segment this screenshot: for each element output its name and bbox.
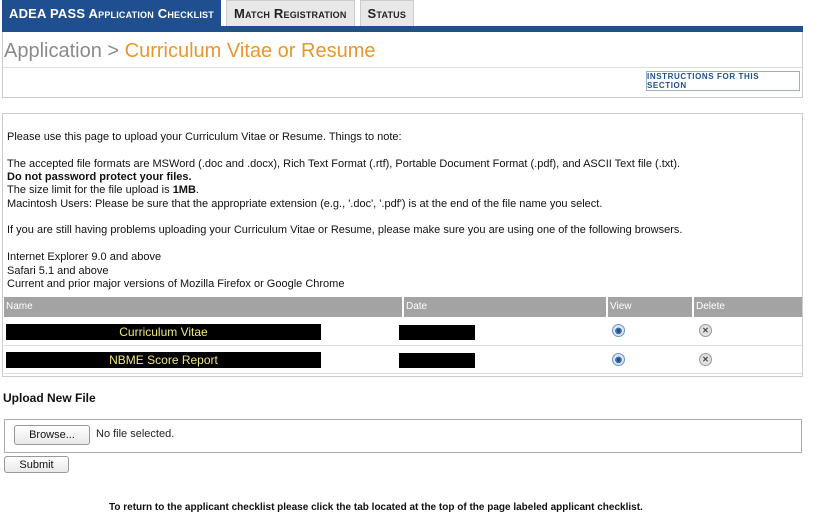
browse-button[interactable]: Browse... <box>14 425 90 445</box>
size-limit-value: 1MB <box>172 184 196 196</box>
view-icon[interactable]: ◉ <box>612 353 625 366</box>
file-date <box>399 353 475 368</box>
file-name: NBME Score Report <box>6 352 321 368</box>
file-name: Curriculum Vitae <box>6 324 321 340</box>
tab-adea-pass-checklist[interactable]: ADEA PASS Application Checklist <box>2 0 221 26</box>
browsers-intro-text: If you are still having problems uploadi… <box>7 224 683 236</box>
submit-button[interactable]: Submit <box>4 456 69 473</box>
header-divider <box>3 67 802 68</box>
browser-item: Safari 5.1 and above <box>7 265 109 277</box>
no-password-text: Do not password protect your files. <box>7 171 192 183</box>
instructions-button[interactable]: INSTRUCTIONS FOR THIS SECTION <box>646 71 800 91</box>
mac-note-text: Macintosh Users: Please be sure that the… <box>7 198 603 210</box>
column-header-view: View <box>606 297 692 317</box>
size-limit-prefix: The size limit for the file upload is <box>7 184 173 196</box>
breadcrumb: Application > Curriculum Vitae or Resume <box>4 40 376 63</box>
browser-item: Internet Explorer 9.0 and above <box>7 251 162 263</box>
files-table-header: Name Date View Delete <box>4 297 802 317</box>
table-row: Curriculum Vitae ◉ ✕ <box>4 318 802 346</box>
intro-text: Please use this page to upload your Curr… <box>7 131 402 143</box>
table-row: NBME Score Report ◉ ✕ <box>4 346 802 374</box>
view-icon[interactable]: ◉ <box>612 324 625 337</box>
file-date <box>399 325 475 340</box>
size-limit-text: The size limit for the file upload is 1M… <box>7 184 199 197</box>
upload-title: Upload New File <box>3 391 96 405</box>
footer-note: To return to the applicant checklist ple… <box>109 502 643 513</box>
size-limit-suffix: . <box>195 184 199 196</box>
breadcrumb-root: Application <box>4 40 102 62</box>
delete-icon[interactable]: ✕ <box>699 324 712 337</box>
column-header-delete: Delete <box>692 297 802 317</box>
tab-bar: ADEA PASS Application Checklist Match Re… <box>2 0 419 28</box>
column-header-name: Name <box>6 301 33 312</box>
delete-icon[interactable]: ✕ <box>699 353 712 366</box>
file-status-text: No file selected. <box>96 428 175 440</box>
column-header-date: Date <box>402 297 606 317</box>
page-title: Curriculum Vitae or Resume <box>124 40 376 62</box>
breadcrumb-separator: > <box>107 40 120 62</box>
tab-status[interactable]: Status <box>359 0 415 26</box>
browser-item: Current and prior major versions of Mozi… <box>7 278 345 290</box>
tab-match-registration[interactable]: Match Registration <box>225 0 355 26</box>
formats-text: The accepted file formats are MSWord (.d… <box>7 158 681 170</box>
